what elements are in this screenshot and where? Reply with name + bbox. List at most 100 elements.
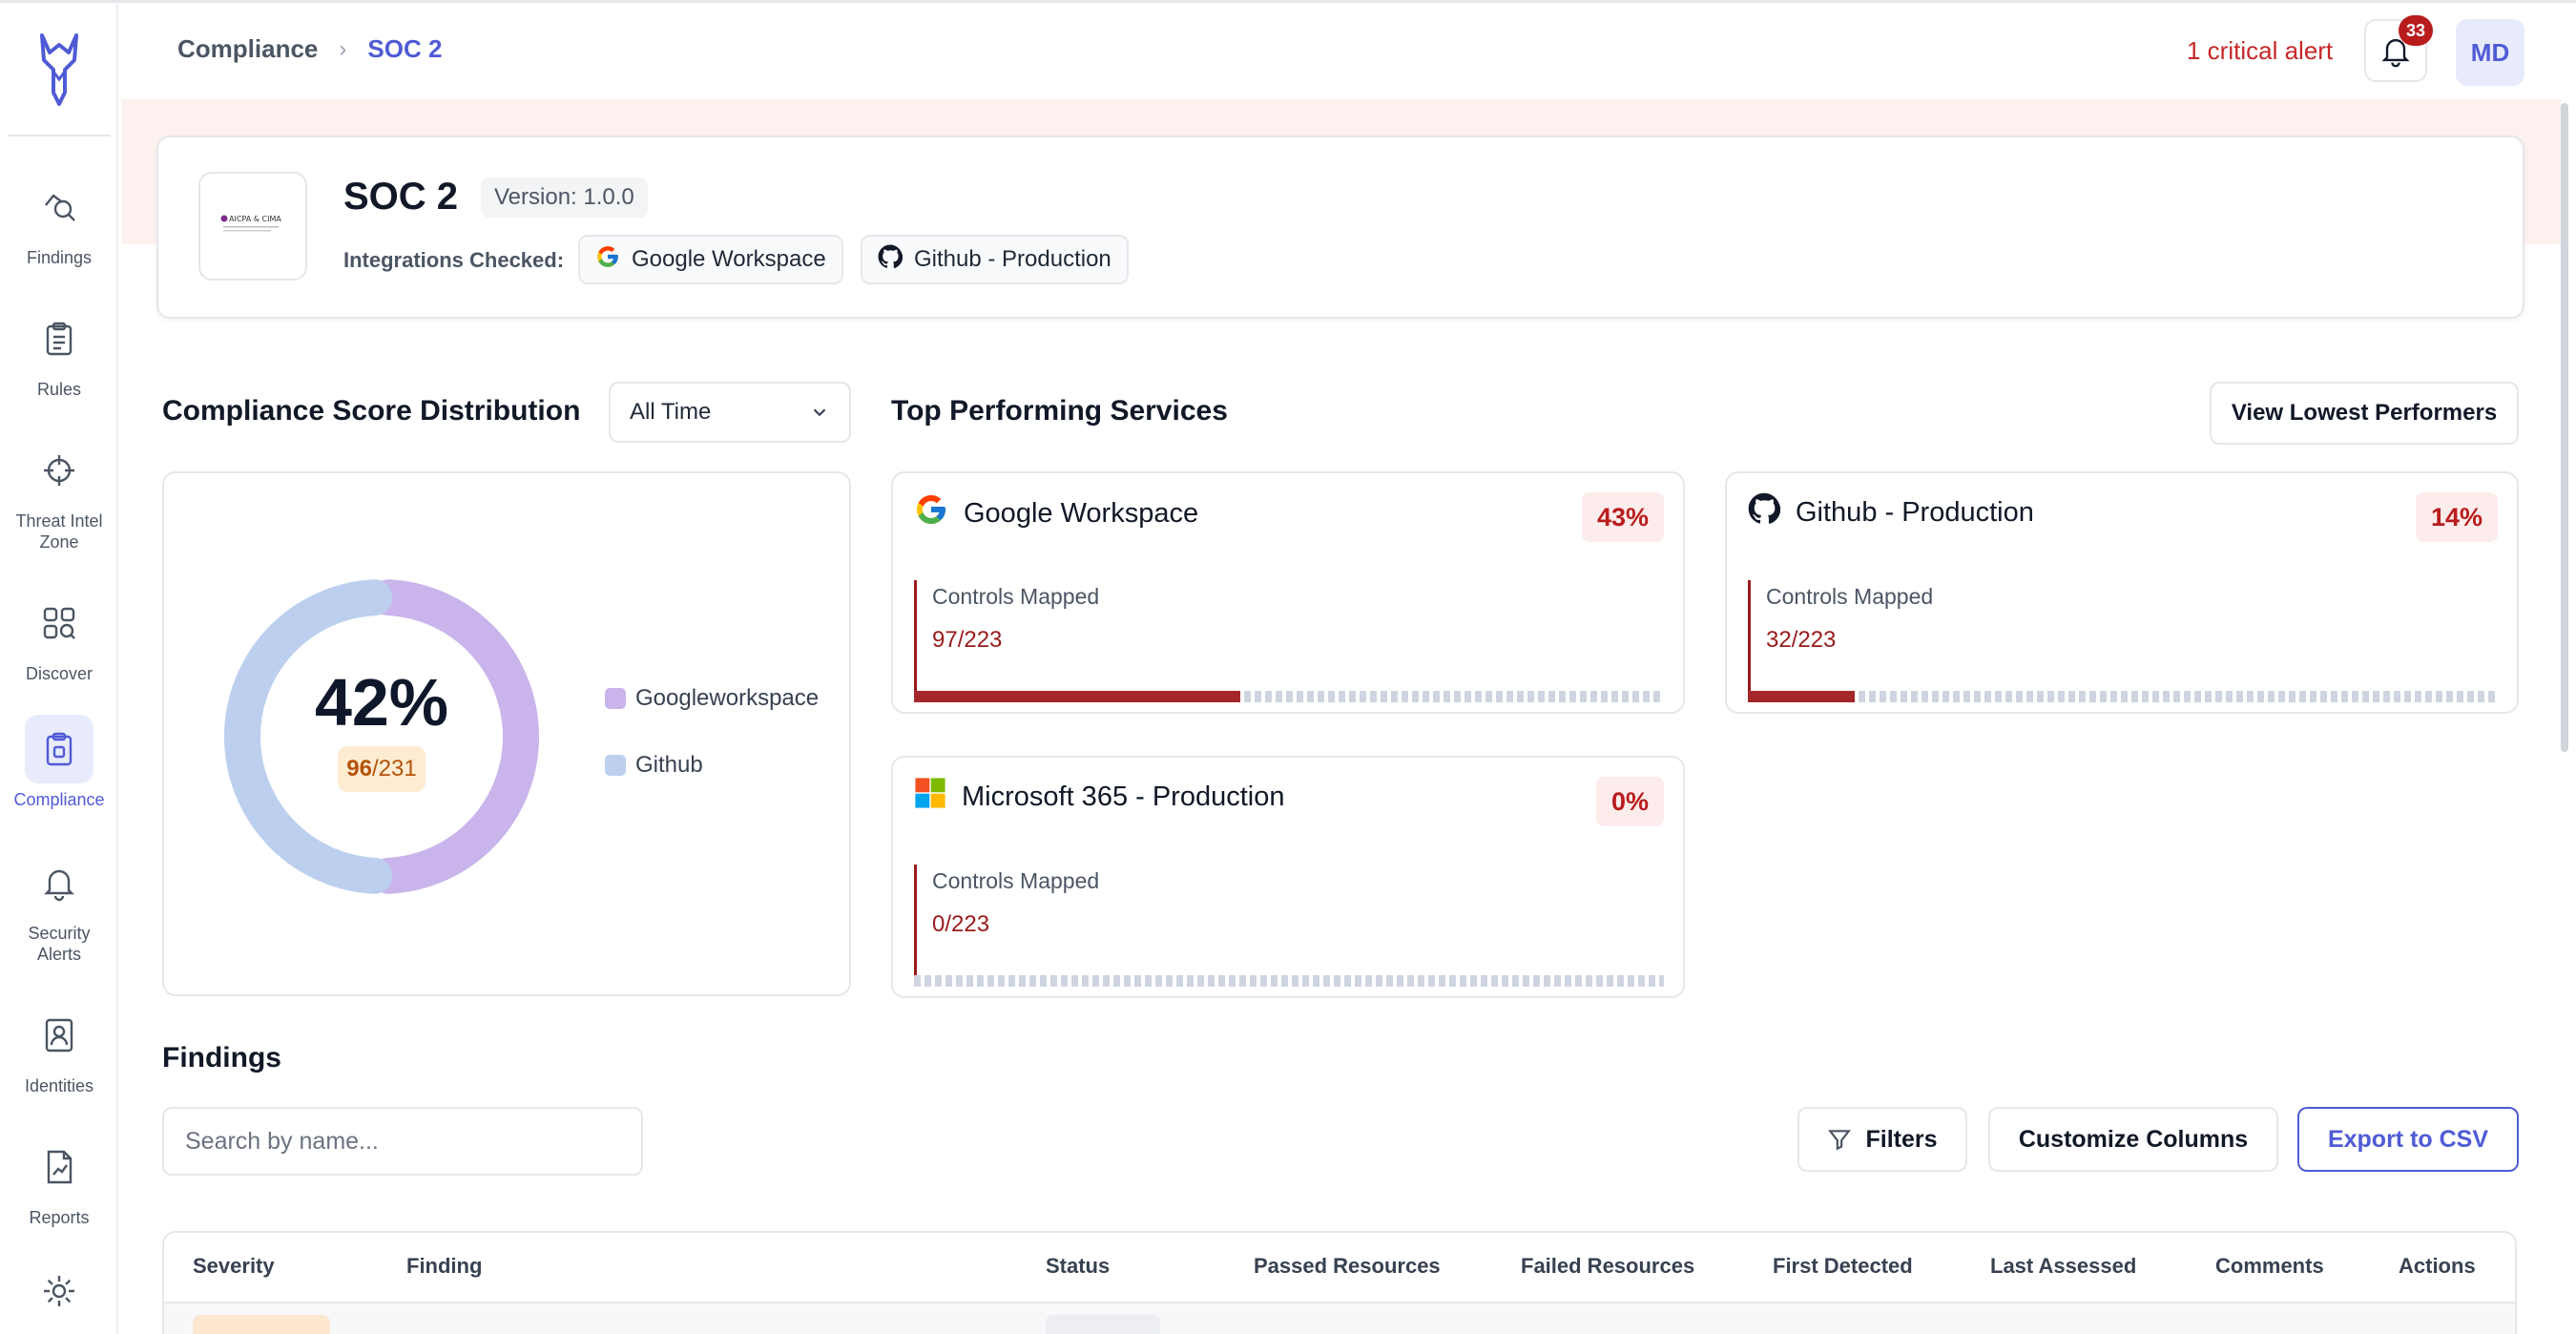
integrations-label: Integrations Checked: (343, 248, 565, 272)
score-numerator: 96 (346, 756, 372, 782)
column-header-finding[interactable]: Finding (406, 1254, 482, 1279)
findings-icon (25, 173, 93, 241)
service-card-header: Microsoft 365 - Production (914, 777, 1284, 817)
framework-title: SOC 2 (343, 176, 459, 218)
controls-mapped-block: Controls Mapped 32/223 (1748, 580, 1933, 702)
service-card-github-production[interactable]: Github - Production 14% Controls Mapped … (1725, 471, 2519, 714)
controls-mapped-block: Controls Mapped 97/223 (914, 580, 1099, 702)
service-percent-badge: 0% (1595, 777, 1664, 826)
discover-icon (25, 589, 93, 657)
progress-fill (914, 691, 1240, 702)
sidebar-item-reports[interactable]: Reports (0, 1133, 118, 1228)
score-denominator: /231 (371, 756, 417, 782)
github-logo-icon (878, 244, 904, 276)
service-progress-bar (914, 975, 1664, 987)
integration-chip-github[interactable]: Github - Production (861, 235, 1129, 284)
customize-columns-button[interactable]: Customize Columns (1988, 1107, 2278, 1172)
integration-chip-label: Google Workspace (632, 246, 826, 272)
breadcrumb-compliance[interactable]: Compliance (177, 34, 318, 64)
severity-badge (193, 1315, 330, 1334)
service-card-header: Github - Production (1748, 492, 2034, 532)
sidebar-item-compliance[interactable]: Compliance (0, 715, 118, 810)
legend-item-googleworkspace: Googleworkspace (605, 685, 819, 712)
service-card-microsoft-365[interactable]: Microsoft 365 - Production 0% Controls M… (891, 756, 1685, 998)
bell-icon (25, 848, 93, 917)
table-row[interactable] (164, 1302, 2515, 1334)
service-progress-bar (914, 691, 1664, 702)
findings-table: Severity Finding Status Passed Resources… (162, 1231, 2517, 1334)
controls-mapped-value: 0/223 (932, 911, 990, 937)
brand-logo[interactable] (32, 31, 86, 110)
identity-icon (25, 1001, 93, 1070)
view-lowest-performers-button[interactable]: View Lowest Performers (2210, 382, 2519, 445)
critical-alert-link[interactable]: 1 critical alert (2187, 36, 2333, 66)
notification-count-badge: 33 (2399, 15, 2433, 46)
status-badge (1046, 1315, 1160, 1334)
framework-logo: AICPA & CIMA (198, 172, 307, 281)
sidebar-item-findings[interactable]: Findings (0, 173, 118, 268)
search-input[interactable] (185, 1127, 620, 1156)
donut-center-fraction: 96/231 (338, 746, 426, 792)
column-header-failed-resources[interactable]: Failed Resources (1521, 1254, 1694, 1279)
sidebar-item-settings[interactable] (0, 1262, 118, 1320)
column-header-comments[interactable]: Comments (2215, 1254, 2324, 1279)
framework-card: AICPA & CIMA SOC 2 Version: 1.0.0 Integr… (156, 135, 2524, 319)
sidebar-item-label: Security Alerts (28, 924, 91, 964)
integration-chip-google[interactable]: Google Workspace (578, 235, 843, 284)
findings-search[interactable] (162, 1107, 643, 1176)
controls-mapped-label: Controls Mapped (932, 868, 1100, 893)
column-header-first-detected[interactable]: First Detected (1773, 1254, 1913, 1279)
sidebar-item-rules[interactable]: Rules (0, 304, 118, 400)
top-border (0, 0, 2576, 3)
controls-mapped-value: 32/223 (1766, 627, 1837, 653)
scrollbar[interactable] (2561, 103, 2568, 752)
service-progress-bar (1748, 691, 2498, 702)
controls-mapped-label: Controls Mapped (1766, 584, 1934, 609)
google-logo-icon (914, 492, 948, 534)
service-card-google-workspace[interactable]: Google Workspace 43% Controls Mapped 97/… (891, 471, 1685, 714)
service-percent-badge: 14% (2415, 492, 2498, 542)
clipboard-icon (25, 304, 93, 373)
sidebar-item-label: Identities (24, 1076, 94, 1095)
app-root: Findings Rules Threat Intel Zone Discove… (0, 0, 2576, 1334)
top-services-title: Top Performing Services (891, 395, 1228, 427)
time-range-select[interactable]: All Time (609, 382, 851, 443)
service-card-header: Google Workspace (914, 492, 1198, 534)
controls-mapped-block: Controls Mapped 0/223 (914, 865, 1099, 987)
microsoft-logo-icon (914, 777, 946, 817)
distribution-title: Compliance Score Distribution (162, 395, 581, 427)
service-name: Google Workspace (964, 497, 1199, 529)
service-name: Github - Production (1796, 496, 2034, 528)
column-header-passed-resources[interactable]: Passed Resources (1254, 1254, 1441, 1279)
gear-icon (25, 1262, 93, 1320)
column-header-status[interactable]: Status (1046, 1254, 1110, 1279)
column-header-severity[interactable]: Severity (193, 1254, 275, 1279)
time-range-value: All Time (630, 399, 712, 425)
findings-title: Findings (162, 1042, 281, 1073)
sidebar-item-discover[interactable]: Discover (0, 589, 118, 684)
sidebar-item-identities[interactable]: Identities (0, 1001, 118, 1096)
reports-icon (25, 1133, 93, 1201)
user-avatar[interactable]: MD (2456, 19, 2524, 86)
github-logo-icon (1748, 492, 1781, 532)
filters-button[interactable]: Filters (1797, 1107, 1967, 1172)
sidebar-item-label: Compliance (13, 790, 105, 809)
export-csv-button[interactable]: Export to CSV (2297, 1107, 2519, 1172)
sidebar-item-label: Threat Intel Zone (15, 511, 103, 552)
progress-fill (1748, 691, 1855, 702)
filter-icon (1828, 1130, 1852, 1151)
sidebar-item-label: Findings (26, 248, 93, 267)
google-logo-icon (595, 244, 620, 276)
breadcrumb: Compliance › SOC 2 (177, 34, 442, 64)
sidebar-item-security-alerts[interactable]: Security Alerts (0, 848, 118, 965)
progress-track (914, 975, 1664, 987)
distribution-chart-card: 42% 96/231 Googleworkspace Github (162, 471, 851, 996)
sidebar-item-threat-intel-zone[interactable]: Threat Intel Zone (0, 436, 118, 552)
filters-label: Filters (1865, 1125, 1938, 1153)
column-header-last-assessed[interactable]: Last Assessed (1990, 1254, 2136, 1279)
legend-item-github: Github (605, 752, 703, 779)
chevron-down-icon (813, 408, 826, 417)
sidebar-divider (8, 135, 111, 136)
controls-mapped-value: 97/223 (932, 627, 1003, 653)
column-header-actions[interactable]: Actions (2399, 1254, 2476, 1279)
